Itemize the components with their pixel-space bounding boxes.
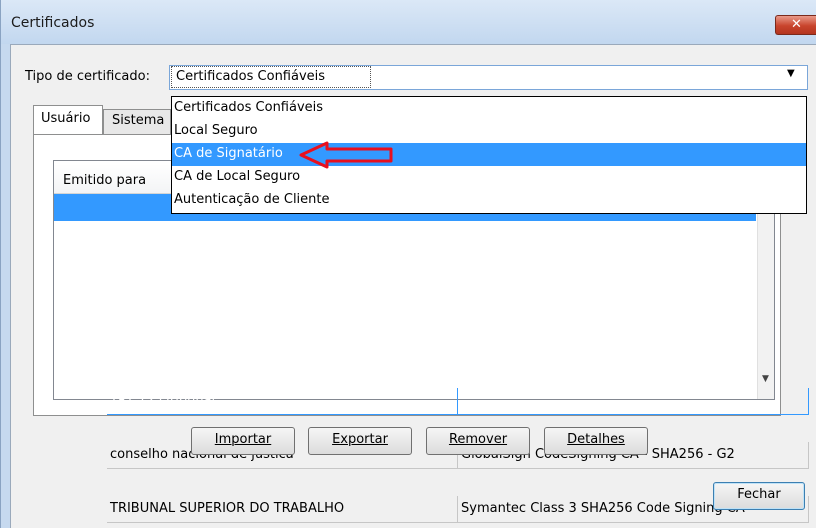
details-button[interactable]: Detalhes <box>544 427 648 455</box>
chevron-down-icon[interactable]: ▼ <box>787 68 795 79</box>
tab-sistema[interactable]: Sistema <box>103 109 171 135</box>
certificate-type-label: Tipo de certificado: <box>25 69 150 84</box>
export-button-label: Exportar <box>332 432 388 447</box>
close-button-label: Fechar <box>737 487 781 502</box>
option-autenticacao-de-cliente[interactable]: Autenticação de Cliente <box>172 189 806 212</box>
option-ca-de-local-seguro[interactable]: CA de Local Seguro <box>172 166 806 189</box>
option-certificados-confiaveis[interactable]: Certificados Confiáveis <box>172 97 806 120</box>
import-button[interactable]: Importar <box>191 427 295 455</box>
import-button-label: Importar <box>214 432 272 447</box>
option-ca-de-signatario[interactable]: CA de Signatário <box>172 143 806 166</box>
cell-issued-to: TRIBUNAL SUPERIOR DO TRABALHO <box>107 496 458 523</box>
scroll-down-icon[interactable]: ▼ <box>762 374 769 384</box>
tab-usuario-label: Usuário <box>41 111 91 126</box>
certificate-type-value[interactable]: Certificados Confiáveis <box>171 66 371 88</box>
details-button-label: Detalhes <box>567 432 625 447</box>
close-window-button[interactable]: ✕ <box>775 15 816 35</box>
option-local-seguro[interactable]: Local Seguro <box>172 120 806 143</box>
tab-usuario[interactable]: Usuário <box>33 105 103 135</box>
remove-button[interactable]: Remover <box>426 427 530 455</box>
close-icon: ✕ <box>791 17 802 32</box>
close-button[interactable]: Fechar <box>713 482 805 510</box>
title-bar[interactable]: Certificados ✕ <box>1 0 816 44</box>
column-issued-to[interactable]: Emitido para <box>63 173 146 188</box>
table-row[interactable]: conselho nacional de justica GlobalSign … <box>54 221 809 469</box>
certificates-window: Certificados ✕ Tipo de certificado: Cert… <box>0 0 816 528</box>
remove-button-label: Remover <box>448 432 508 447</box>
annotation-arrow-icon <box>299 141 393 169</box>
export-button[interactable]: Exportar <box>308 427 412 455</box>
cell-issued-to: TRT 12 (Tribunal <box>107 388 458 415</box>
window-title: Certificados <box>11 15 95 31</box>
tab-sistema-label: Sistema <box>112 113 165 128</box>
table-row[interactable]: TRIBUNAL SUPERIOR DO TRABALHO Symantec C… <box>54 248 809 523</box>
